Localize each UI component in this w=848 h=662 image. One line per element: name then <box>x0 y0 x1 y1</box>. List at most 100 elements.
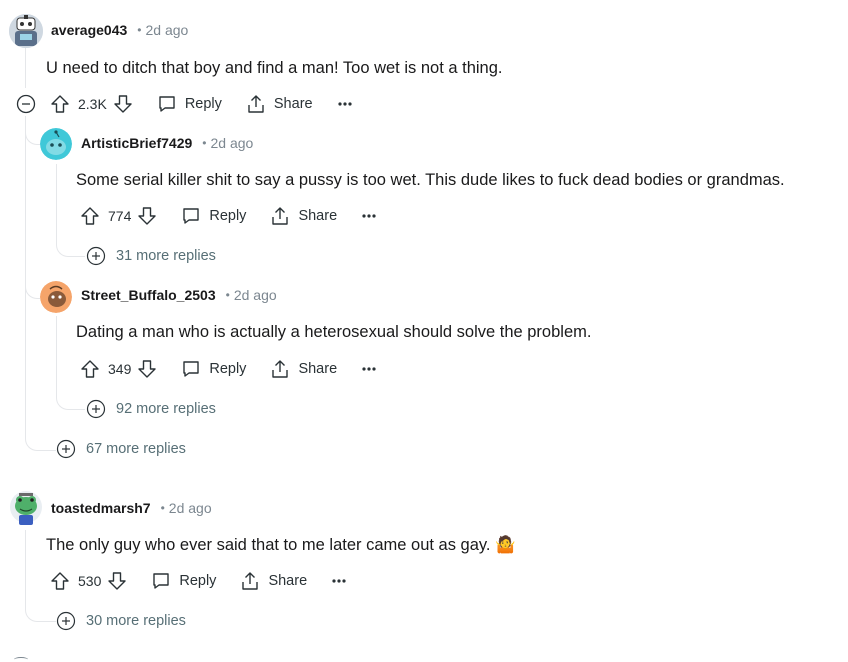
thread-line-main <box>25 48 26 88</box>
upvote-icon[interactable] <box>50 94 70 114</box>
upvote-icon[interactable] <box>50 571 70 591</box>
ellipsis-icon <box>362 367 376 371</box>
reply-label: Reply <box>209 361 247 377</box>
thread-line-reply-1 <box>56 164 57 240</box>
comment-actions: 774 Reply Share <box>80 200 377 232</box>
share-button[interactable]: Share <box>270 206 337 226</box>
share-icon <box>248 95 264 113</box>
comment-icon <box>183 361 200 377</box>
author-name[interactable]: ArtisticBrief7429 <box>81 135 192 151</box>
vote-group: 349 <box>80 359 157 379</box>
downvote-icon[interactable] <box>107 571 127 591</box>
comment-actions: 349 Reply Share <box>80 353 377 385</box>
comment-icon <box>183 208 200 224</box>
avatar[interactable] <box>9 14 43 48</box>
comment-icon <box>153 573 170 589</box>
share-button[interactable]: Share <box>240 571 307 591</box>
more-options-button[interactable] <box>337 101 353 107</box>
vote-score: 530 <box>78 573 102 589</box>
thread-curve-more-31 <box>56 240 85 257</box>
comment-text: The only guy who ever said that to me la… <box>46 536 516 554</box>
downvote-icon[interactable] <box>137 206 157 226</box>
share-label: Share <box>298 361 338 377</box>
meta-separator: • <box>202 136 207 150</box>
author-name[interactable]: toastedmarsh7 <box>51 500 151 516</box>
share-button[interactable]: Share <box>246 94 313 114</box>
reply-button[interactable]: Reply <box>151 571 216 591</box>
reply-button[interactable]: Reply <box>181 206 246 226</box>
more-replies-label: 31 more replies <box>116 248 216 264</box>
meta-separator: • <box>160 501 165 515</box>
downvote-icon[interactable] <box>137 359 157 379</box>
more-replies-label: 30 more replies <box>86 613 186 629</box>
reply-button[interactable]: Reply <box>157 94 222 114</box>
share-icon <box>272 360 289 378</box>
expand-plus-icon <box>56 439 76 459</box>
author-name[interactable]: average043 <box>51 22 127 38</box>
upvote-icon[interactable] <box>80 206 100 226</box>
comment-meta: toastedmarsh7 • 2d ago <box>51 500 212 516</box>
share-label: Share <box>268 573 308 589</box>
more-replies-label: 92 more replies <box>116 401 216 417</box>
vote-group: 774 <box>80 206 157 226</box>
timestamp[interactable]: 2d ago <box>210 135 253 151</box>
vote-score: 774 <box>108 208 132 224</box>
comment-meta: Street_Buffalo_2503 • 2d ago <box>81 287 277 303</box>
author-name[interactable]: Street_Buffalo_2503 <box>81 287 216 303</box>
meta-separator: • <box>137 23 142 37</box>
thread-line-reply-2 <box>56 316 57 394</box>
upvote-icon[interactable] <box>80 359 100 379</box>
reply-label: Reply <box>179 573 217 589</box>
avatar[interactable] <box>9 490 43 526</box>
snoo-avatar-icon <box>40 128 72 160</box>
share-icon <box>242 572 259 590</box>
avatar[interactable] <box>40 281 72 313</box>
comment-actions: 2.3K Reply Share <box>50 88 353 120</box>
timestamp[interactable]: 2d ago <box>146 22 189 38</box>
expand-plus-icon <box>86 246 106 266</box>
more-replies-button[interactable]: 92 more replies <box>86 399 216 419</box>
reply-label: Reply <box>184 96 222 112</box>
more-options-button[interactable] <box>361 366 377 372</box>
thread-curve-more-67 <box>25 434 56 451</box>
comment-text: Some serial killer shit to say a pussy i… <box>76 171 785 189</box>
share-button[interactable]: Share <box>270 359 337 379</box>
more-replies-button[interactable]: 31 more replies <box>86 246 216 266</box>
comment-text: Dating a man who is actually a heterosex… <box>76 323 592 341</box>
thread-curve-reply-2 <box>25 282 40 299</box>
share-label: Share <box>273 96 313 112</box>
vote-score: 349 <box>108 361 132 377</box>
downvote-icon[interactable] <box>113 94 133 114</box>
snoo-avatar-icon <box>40 281 72 313</box>
reply-button[interactable]: Reply <box>181 359 246 379</box>
ellipsis-icon <box>362 214 376 218</box>
ellipsis-icon <box>337 102 352 106</box>
more-replies-button[interactable]: 30 more replies <box>56 611 186 631</box>
timestamp[interactable]: 2d ago <box>169 500 212 516</box>
share-label: Share <box>298 208 338 224</box>
more-replies-label: 67 more replies <box>86 441 186 457</box>
thread-curve-more-30 <box>25 605 56 622</box>
meta-separator: • <box>225 288 230 302</box>
more-options-button[interactable] <box>361 213 377 219</box>
comment-text: U need to ditch that boy and find a man!… <box>46 59 503 77</box>
share-icon <box>272 207 289 225</box>
vote-group: 530 <box>50 571 127 591</box>
next-comment-avatar-partial <box>14 657 28 662</box>
ellipsis-icon <box>332 579 346 583</box>
vote-group: 2.3K <box>50 94 133 114</box>
collapse-thread-icon[interactable] <box>16 94 36 114</box>
thread-curve-reply-1 <box>25 128 40 145</box>
reply-label: Reply <box>209 208 247 224</box>
frog-avatar-icon <box>10 491 42 525</box>
expand-plus-icon <box>56 611 76 631</box>
more-replies-button[interactable]: 67 more replies <box>56 439 186 459</box>
comment-meta: ArtisticBrief7429 • 2d ago <box>81 135 253 151</box>
more-options-button[interactable] <box>331 578 347 584</box>
comment-meta: average043 • 2d ago <box>51 22 188 38</box>
timestamp[interactable]: 2d ago <box>234 287 277 303</box>
thread-curve-more-92 <box>56 393 85 410</box>
expand-plus-icon <box>86 399 106 419</box>
vote-score: 2.3K <box>78 96 107 112</box>
avatar[interactable] <box>40 128 72 160</box>
